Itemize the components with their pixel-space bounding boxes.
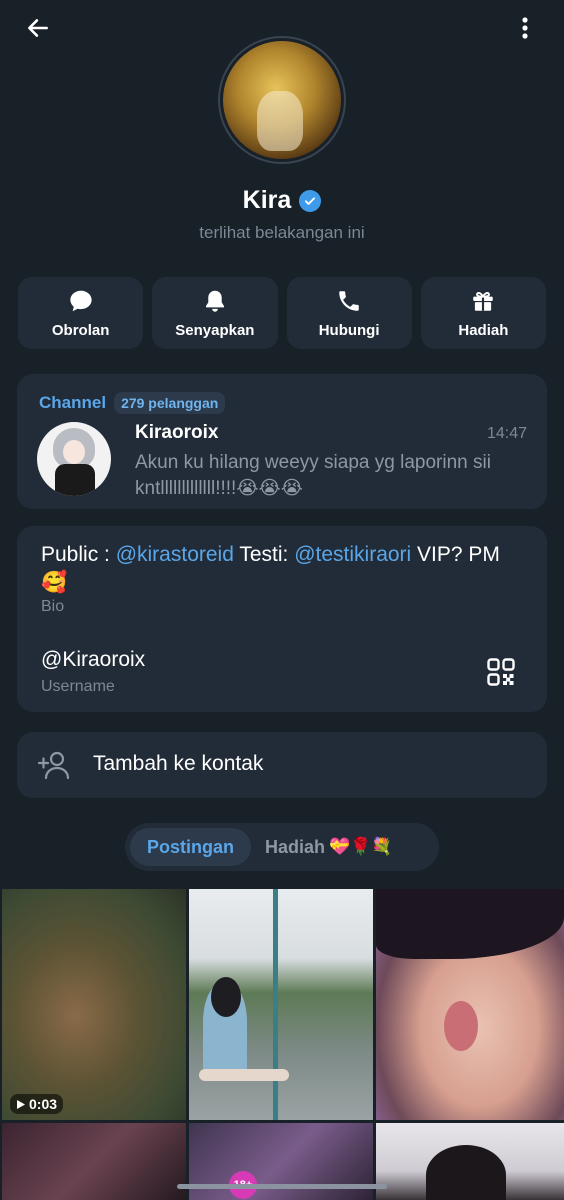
username-value[interactable]: @Kiraoroix [41,648,145,672]
tab-gifts[interactable]: Hadiah 💝🌹💐 [251,837,407,858]
chat-button[interactable]: Obrolan [18,277,144,349]
media-grid: 0:03 18+ [0,887,564,1200]
channel-header: Channel 279 pelanggan [39,392,226,414]
channel-card[interactable]: Channel 279 pelanggan Kiraoroix 14:47 Ak… [17,374,547,509]
add-contact-button[interactable]: Tambah ke kontak [17,732,547,798]
video-duration-badge: 0:03 [10,1094,64,1114]
phone-icon [339,290,359,311]
bio-link-testikiraori[interactable]: @testikiraori [294,543,411,566]
channel-post-time: 14:47 [486,425,527,442]
video-duration: 0:03 [29,1096,58,1112]
call-button[interactable]: Hubungi [286,277,412,349]
profile-name-row: Kira [0,186,564,215]
media-tile[interactable] [189,889,373,1120]
bio-link-kirastoreid[interactable]: @kirastoreid [116,543,234,566]
verified-badge-icon [299,189,322,212]
more-vertical-icon [522,17,528,39]
media-tile[interactable] [2,1123,186,1200]
last-seen-status: terlihat belakangan ini [199,223,365,242]
channel-avatar[interactable] [37,422,111,496]
channel-post-author: Kiraoroix [135,422,219,443]
gift-icon [473,291,494,311]
bio-caption: Bio [41,598,65,615]
tab-gifts-label: Hadiah [265,836,326,857]
profile-name: Kira [242,186,292,214]
bio-middle: Testi: [233,543,295,566]
bio-text[interactable]: Public : @kirastoreid Testi: @testikirao… [41,541,527,597]
add-contact-label: Tambah ke kontak [93,752,264,775]
home-indicator[interactable] [177,1184,387,1189]
add-person-icon [37,751,70,780]
action-bar: Obrolan Senyapkan Hubungi Hadiah [18,277,546,349]
arrow-left-icon [28,19,48,37]
bell-icon [205,290,224,312]
gift-button[interactable]: Hadiah [420,277,546,349]
play-icon [17,1099,25,1109]
media-tile[interactable] [376,889,564,1120]
gift-button-label: Hadiah [458,321,509,339]
profile-avatar[interactable] [223,41,341,159]
tab-posts[interactable]: Postingan [130,828,252,866]
more-menu-button[interactable] [503,6,547,50]
call-button-label: Hubungi [318,321,380,339]
media-tile[interactable] [376,1123,564,1200]
back-button[interactable] [16,6,60,50]
subscriber-count-badge: 279 pelanggan [114,392,226,414]
tab-gifts-emojis: 💝🌹💐 [329,837,393,856]
media-tile[interactable]: 0:03 [2,889,186,1120]
chat-button-label: Obrolan [51,321,110,339]
profile-avatar-ring[interactable] [218,36,346,164]
channel-post-preview: Akun ku hilang weeyy siapa yg laporinn s… [135,452,491,499]
qr-code-icon[interactable] [487,658,515,686]
username-caption: Username [41,678,115,695]
info-card: Public : @kirastoreid Testi: @testikirao… [17,526,547,712]
mute-button[interactable]: Senyapkan [152,277,278,349]
channel-title: Channel [39,393,107,412]
media-tabs: Postingan Hadiah 💝🌹💐 [125,823,439,871]
mute-button-label: Senyapkan [175,321,255,339]
bio-prefix: Public : [41,543,116,566]
chat-bubble-icon [70,290,92,311]
